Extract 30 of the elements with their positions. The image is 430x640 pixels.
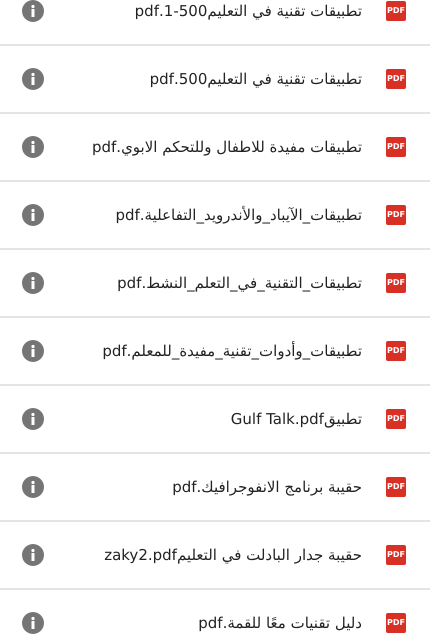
info-icon[interactable]	[22, 272, 44, 294]
pdf-icon: PDF	[386, 137, 406, 157]
file-name: حقيبة برنامج الانفوجرافيك.pdf	[172, 476, 362, 498]
file-name: تطبيقات تقنية في التعليم500.pdf	[150, 68, 362, 90]
file-name: تطبيقات تقنية في التعليم500-1.pdf	[134, 0, 362, 22]
info-icon[interactable]	[22, 612, 44, 634]
file-name: حقيبة جدار البادلت في التعليمzaky2.pdf	[104, 544, 362, 566]
file-name: تطبيقات_الآيباد_والأندرويد_التفاعلية.pdf	[115, 204, 362, 226]
info-icon[interactable]	[22, 136, 44, 158]
file-name: تطبيقات_وأدوات_تقنية_مفيدة_للمعلم.pdf	[102, 340, 362, 362]
pdf-icon: PDF	[386, 341, 406, 361]
pdf-icon: PDF	[386, 273, 406, 293]
info-icon[interactable]	[22, 408, 44, 430]
info-icon[interactable]	[22, 204, 44, 226]
info-icon[interactable]	[22, 68, 44, 90]
pdf-icon: PDF	[386, 545, 406, 565]
pdf-icon: PDF	[386, 613, 406, 633]
pdf-icon: PDF	[386, 69, 406, 89]
pdf-icon: PDF	[386, 409, 406, 429]
info-icon[interactable]	[22, 544, 44, 566]
info-icon[interactable]	[22, 476, 44, 498]
pdf-icon: PDF	[386, 205, 406, 225]
file-name: تطبيقات_التقنية_في_التعلم_النشط.pdf	[117, 272, 362, 294]
pdf-icon: PDF	[386, 1, 406, 21]
file-name: تطبيقات مفيدة للاطفال وللتحكم الابوي.pdf	[92, 136, 362, 158]
pdf-icon: PDF	[386, 477, 406, 497]
info-icon[interactable]	[22, 340, 44, 362]
file-name: دليل تقنيات معًا للقمة.pdf	[198, 612, 362, 634]
info-icon[interactable]	[22, 0, 44, 22]
file-name: تطبيقGulf Talk.pdf	[230, 408, 362, 430]
